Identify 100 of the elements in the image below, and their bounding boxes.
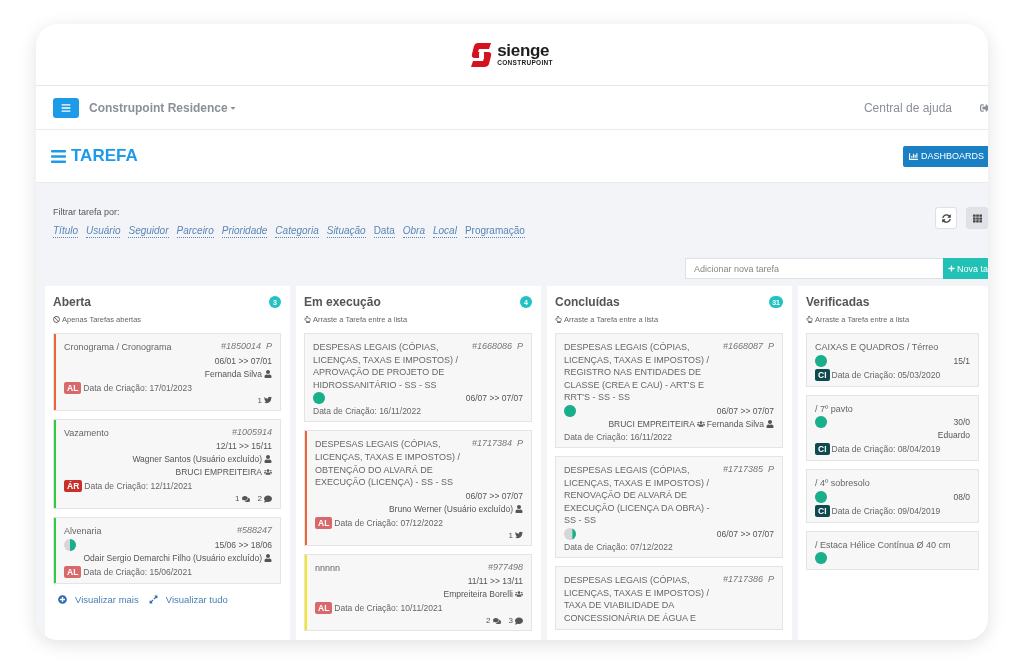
filter-link[interactable]: Data (373, 225, 395, 238)
person-name: Empreiteira Borelli (443, 589, 513, 600)
hand-icon (304, 316, 311, 323)
creation-date: Data de Criação: 16/11/2022 (564, 431, 673, 442)
task-card[interactable]: Vazamento #1005914 12/11 >> 15/11 Wagner Santos (Usuário excluído) BRUCI EMPREITEIRA ÁR Data de Criação: 12/11/2021 1 2 (53, 418, 281, 510)
task-id: #588247 (236, 525, 272, 538)
task-card[interactable]: Cronograma / Cronograma #1850014 P 06/01 >> 07/01 Fernanda Silva AL Data de Criação: 17/01/2023 1 (53, 333, 281, 411)
group-icon (515, 590, 523, 599)
refresh-icon (941, 213, 951, 223)
dashboards-button[interactable]: DASHBOARDS (903, 145, 988, 167)
comments-icon (492, 616, 501, 625)
filter-label: Filtrar tarefa por: (53, 207, 121, 217)
counter: 1 (508, 530, 523, 540)
creation-date: Data de Criação: 12/11/2021 (84, 481, 193, 492)
new-task-input[interactable]: Adicionar nova tarefa (685, 258, 943, 279)
filter-link[interactable]: Prioridade (221, 225, 268, 238)
user-icon (515, 504, 523, 513)
group-icon (696, 419, 705, 428)
task-title: DESPESAS LEGAIS (CÓPIAS, LICENÇAS, TAXAS E IMPOSTOS) / REGISTRO NAS ENTIDADES DE CLASSE (CREA E CAU) - ART'S E RRT'S - SS - SS (564, 341, 711, 404)
person-name: Odair Sergio Demarchi Filho (Usuário excluído) (83, 552, 262, 563)
creation-date: Data de Criação: 07/12/2022 (564, 541, 673, 552)
filter-link[interactable]: Programação (464, 225, 525, 238)
column-title: Aberta (53, 295, 91, 309)
task-dates: 06/01 >> 07/01 (214, 355, 272, 366)
show-all-link[interactable]: Visualizar tudo (148, 593, 228, 605)
creation-date: Data de Criação: 17/01/2023 (83, 382, 193, 393)
task-dates: 06/07 >> 07/07 (716, 405, 774, 416)
menu-icon (61, 102, 71, 113)
task-card[interactable]: nnnnn #977498 11/11 >> 13/11 Empreiteira Borelli AL Data de Criação: 10/11/2021 2 3 (304, 553, 532, 632)
counter: 2 (257, 494, 272, 504)
category-tag: CI (815, 504, 830, 517)
grid-icon (972, 213, 982, 223)
comment-icon (264, 494, 272, 503)
task-dates: 30/0 (953, 417, 970, 428)
filter-link[interactable]: Título (53, 225, 78, 238)
category-tag: CI (815, 443, 830, 456)
grid-view-button[interactable] (966, 207, 988, 229)
person-name: Eduardo (937, 430, 970, 441)
bar-chart-icon (909, 151, 918, 161)
user-icon (264, 553, 272, 562)
user-icon (766, 419, 774, 428)
logo-icon (471, 42, 494, 67)
task-card[interactable]: DESPESAS LEGAIS (CÓPIAS, LICENÇAS, TAXAS E IMPOSTOS) / TAXA DE VIABILIDADE DA CONCESSIONÁRIA DE ÁGUA E #1717386 P (555, 565, 783, 631)
refresh-button[interactable] (935, 207, 957, 229)
task-dates: 15/1 (953, 355, 970, 366)
task-id: #1717384 P (471, 438, 523, 451)
category-tag: AL (315, 602, 333, 615)
task-card[interactable]: / 7º pavto 30/0 Eduardo CI Data de Criação: 08/04/2019 (806, 394, 979, 462)
task-id: #1850014 P (220, 341, 272, 353)
filter-link[interactable]: Obra (402, 225, 425, 238)
category-tag: CI (815, 368, 830, 381)
progress-pie-icon (815, 552, 827, 565)
progress-pie-icon (815, 354, 827, 367)
task-dates: 11/11 >> 13/11 (467, 576, 523, 587)
task-card[interactable]: / Estaca Hélice Contínua Ø 40 cm (806, 530, 979, 571)
progress-pie-icon (64, 538, 76, 551)
task-card[interactable]: CAIXAS E QUADROS / Térreo 15/1 CI Data de Criação: 05/03/2020 (806, 333, 979, 387)
task-dates: 12/11 >> 15/11 (216, 441, 272, 452)
task-id: #1005914 (231, 426, 272, 439)
task-card[interactable]: Alvenaria #588247 15/06 >> 18/06 Odair Sergio Demarchi Filho (Usuário excluído) AL Data de Criação: 15/06/2021 (53, 517, 281, 584)
filter-link[interactable]: Situação (326, 225, 366, 238)
help-link[interactable]: Central de ajuda (863, 100, 952, 115)
task-id: #1717385 P (722, 463, 774, 476)
hand-icon (555, 316, 562, 323)
filter-link[interactable]: Local (433, 225, 457, 238)
task-id: #1668086 P (471, 341, 523, 353)
creation-date: Data de Criação: 10/11/2021 (334, 603, 443, 614)
project-dropdown[interactable]: Construpoint Residence (89, 100, 237, 115)
filter-link[interactable]: Parceiro (176, 225, 214, 238)
counter: 1 (235, 494, 250, 504)
filter-link[interactable]: Categoria (275, 225, 319, 238)
creation-date: Data de Criação: 08/04/2019 (831, 444, 941, 455)
new-task-button[interactable]: Nova ta (943, 258, 988, 279)
menu-button[interactable] (53, 97, 79, 118)
person-name: BRUCI EMPREITEIRA (608, 418, 695, 429)
progress-pie-icon (564, 404, 576, 417)
task-dates: 15/06 >> 18/06 (214, 539, 272, 550)
counter: 2 (486, 616, 501, 626)
task-title: DESPESAS LEGAIS (CÓPIAS, LICENÇAS, TAXAS E IMPOSTOS) / OBTENÇÃO DO ALVARÁ DE EXECUÇÃO (LICENÇA) - SS - SS (315, 438, 462, 489)
task-card[interactable]: DESPESAS LEGAIS (CÓPIAS, LICENÇAS, TAXAS E IMPOSTOS) / RENOVAÇÃO DE ALVARÁ DE EXECUÇÃO (LICENÇA DA OBRA) - SS - SS #1717385 P 06/07 >> 07/07 Data de Criação: 07/12/2022 (555, 455, 783, 558)
sign-out-icon[interactable] (980, 102, 988, 113)
user-icon (264, 455, 272, 464)
task-card[interactable]: DESPESAS LEGAIS (CÓPIAS, LICENÇAS, TAXAS E IMPOSTOS) / APROVAÇÃO DE PROJETO DE HIDROSSANITÁRIO - SS - SS #1668086 P 06/07 >> 07/07 Data de Criação: 16/11/2022 (304, 333, 532, 423)
progress-pie-icon (815, 416, 827, 429)
progress-pie-icon (564, 527, 576, 540)
task-card[interactable] (555, 333, 783, 448)
filter-link[interactable]: Seguidor (128, 225, 169, 238)
creation-date: Data de Criação: 07/12/2022 (334, 517, 444, 528)
task-title: DESPESAS LEGAIS (CÓPIAS, LICENÇAS, TAXAS E IMPOSTOS) / APROVAÇÃO DE PROJETO DE HIDROSSANITÁRIO - SS - SS (313, 341, 460, 392)
task-card[interactable]: / 4º sobresolo 08/0 CI Data de Criação: 09/04/2019 (806, 469, 979, 523)
creation-date: Data de Criação: 16/11/2022 (313, 406, 422, 417)
counter: 3 (508, 616, 523, 626)
task-id: #977498 (487, 561, 523, 574)
filter-link[interactable]: Usuário (86, 225, 121, 238)
show-more-link[interactable]: Visualizar mais (58, 593, 139, 605)
ban-icon (53, 316, 60, 323)
task-id: #1717386 P (722, 573, 774, 586)
progress-pie-icon (313, 392, 325, 405)
task-card[interactable]: DESPESAS LEGAIS (CÓPIAS, LICENÇAS, TAXAS E IMPOSTOS) / OBTENÇÃO DO ALVARÁ DE EXECUÇÃO (LICENÇA) - SS - SS #1717384 P 06/07 >> 07/07 Bruno Werner (Usuário excluído) AL Data de Criação: 07/12/2022 1 (304, 430, 532, 546)
expand-icon (148, 594, 158, 604)
